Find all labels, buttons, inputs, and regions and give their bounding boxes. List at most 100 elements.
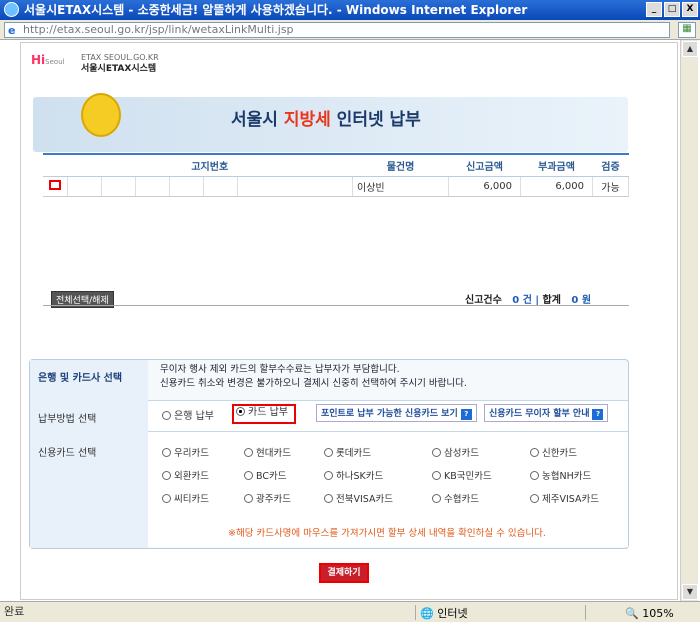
card-radio[interactable] <box>162 448 171 457</box>
zone-indicator: 🌐 인터넷 <box>420 607 468 620</box>
scrollbar[interactable]: ▲ ▼ <box>680 40 698 601</box>
logo-sub: Seoul <box>45 58 65 66</box>
title-pre: 서울시 <box>231 110 284 130</box>
logo: HiSeoul <box>31 53 65 67</box>
title-bar: 서울시ETAX시스템 - 소중한세금! 알뜰하게 사용하겠습니다. - Wind… <box>0 0 700 20</box>
card-option-shinhan[interactable]: 신한카드 <box>530 445 577 459</box>
card-radio[interactable] <box>530 494 539 503</box>
help-icon: ? <box>460 409 472 420</box>
col-declared: 신고금액 <box>448 153 521 177</box>
page-title: 서울시 지방세 인터넷 납부 <box>231 105 421 130</box>
title-highlight: 지방세 <box>283 110 331 130</box>
card-radio[interactable] <box>432 494 441 503</box>
card-option-nh[interactable]: 농협NH카드 <box>530 468 591 482</box>
card-name: 현대카드 <box>256 448 291 459</box>
card-radio[interactable] <box>530 448 539 457</box>
card-method-label: 카드 납부 <box>248 407 288 418</box>
address-field[interactable]: e http://etax.seoul.go.kr/jsp/link/wetaxL… <box>4 22 670 38</box>
points-card-label: 포인트로 납부 가능한 신용카드 보기 <box>321 409 458 419</box>
card-name: 제주VISA카드 <box>542 494 599 505</box>
mascot-image <box>81 93 121 137</box>
card-radio[interactable] <box>244 494 253 503</box>
card-option-kb[interactable]: KB국민카드 <box>432 468 492 482</box>
address-bar: e http://etax.seoul.go.kr/jsp/link/wetaxL… <box>0 20 700 40</box>
points-card-link[interactable]: 포인트로 납부 가능한 신용카드 보기? <box>316 404 477 422</box>
scroll-up-icon[interactable]: ▲ <box>682 41 698 57</box>
installment-label: 신용카드 무이자 할부 안내 <box>489 409 590 419</box>
pay-button[interactable]: 결제하기 <box>319 563 369 583</box>
card-name: 삼성카드 <box>444 448 479 459</box>
payment-note: 무이자 행사 제외 카드의 할부수수료는 납부자가 부담합니다. 신용카드 취소… <box>160 363 467 391</box>
col-verify: 검증 <box>592 153 629 177</box>
declared-amount: 6,000 <box>448 176 521 197</box>
card-option-samsung[interactable]: 삼성카드 <box>432 445 479 459</box>
window-title: 서울시ETAX시스템 - 소중한세금! 알뜰하게 사용하겠습니다. - Wind… <box>24 3 528 17</box>
card-name: 전북VISA카드 <box>336 494 393 505</box>
card-name: 외환카드 <box>174 471 209 482</box>
col-bill-number: 고지번호 <box>67 153 353 177</box>
card-radio[interactable] <box>324 494 333 503</box>
card-name: 농협NH카드 <box>542 471 592 482</box>
payment-header: 은행 및 카드사 선택 <box>38 373 123 384</box>
zoom-level: 105% <box>642 607 674 620</box>
title-post: 인터넷 납부 <box>330 110 421 130</box>
card-radio[interactable] <box>236 407 245 416</box>
zone-label: 인터넷 <box>437 607 468 620</box>
card-radio[interactable] <box>162 494 171 503</box>
verify-status: 가능 <box>592 176 629 197</box>
card-option-jeju[interactable]: 제주VISA카드 <box>530 491 599 505</box>
bank-radio[interactable] <box>162 411 171 420</box>
card-hint: ※해당 카드사명에 마우스를 가져가시면 할부 상세 내역을 확인하실 수 있습… <box>228 528 546 539</box>
maximize-button[interactable]: □ <box>664 2 680 17</box>
summary: 신고건수 0 건 | 합계 0 원 <box>465 291 591 306</box>
zoom-control[interactable]: 🔍 105% <box>625 604 674 622</box>
card-option[interactable]: 카드 납부 <box>232 404 296 424</box>
card-radio[interactable] <box>432 448 441 457</box>
card-name: KB국민카드 <box>444 471 492 482</box>
address-text: http://etax.seoul.go.kr/jsp/link/wetaxLi… <box>23 23 294 36</box>
card-name: 하나SK카드 <box>336 471 384 482</box>
card-radio[interactable] <box>432 471 441 480</box>
card-radio[interactable] <box>162 471 171 480</box>
close-button[interactable]: X <box>682 2 698 17</box>
card-radio[interactable] <box>244 471 253 480</box>
card-name: 신한카드 <box>542 448 577 459</box>
card-option-lotte[interactable]: 롯데카드 <box>324 445 371 459</box>
card-name: 씨티카드 <box>174 494 209 505</box>
card-option-hyundai[interactable]: 현대카드 <box>244 445 291 459</box>
card-radio[interactable] <box>530 471 539 480</box>
ie-icon <box>4 2 19 17</box>
card-name: 수협카드 <box>444 494 479 505</box>
card-option-hanask[interactable]: 하나SK카드 <box>324 468 383 482</box>
card-radio[interactable] <box>324 471 333 480</box>
card-option-citi[interactable]: 씨티카드 <box>162 491 209 505</box>
card-option-bc[interactable]: BC카드 <box>244 468 286 482</box>
card-radio[interactable] <box>244 448 253 457</box>
card-label: 신용카드 선택 <box>38 448 97 459</box>
scroll-down-icon[interactable]: ▼ <box>682 584 698 600</box>
card-option-keb[interactable]: 외환카드 <box>162 468 209 482</box>
card-option-gwangju[interactable]: 광주카드 <box>244 491 291 505</box>
status-bar: 완료 🌐 인터넷 🔍 105% <box>0 601 700 622</box>
card-radio[interactable] <box>324 448 333 457</box>
logo-mark: Hi <box>31 53 46 67</box>
note-line-1: 무이자 행사 제외 카드의 할부수수료는 납부자가 부담합니다. <box>160 364 400 375</box>
compat-icon[interactable]: ▦ <box>678 22 696 38</box>
method-label: 납부방법 선택 <box>38 414 97 425</box>
row-checkbox-cell <box>43 176 68 197</box>
assessed-amount: 6,000 <box>520 176 593 197</box>
card-name: BC카드 <box>256 471 287 482</box>
method-options: 은행 납부 카드 납부 <box>162 404 296 424</box>
bank-option[interactable]: 은행 납부 <box>162 411 214 422</box>
divider <box>43 305 629 306</box>
tax-table: 고지번호 물건명 신고금액 부과금액 검증 이상빈 6,000 6,000 가능 <box>43 153 629 197</box>
row-checkbox[interactable] <box>48 179 61 190</box>
card-option-jeonbuk[interactable]: 전북VISA카드 <box>324 491 393 505</box>
installment-link[interactable]: 신용카드 무이자 할부 안내? <box>484 404 609 422</box>
note-line-2: 신용카드 취소와 변경은 불가하오니 결제시 신중히 선택하여 주시기 바랍니다… <box>160 378 467 389</box>
minimize-button[interactable]: _ <box>646 2 662 17</box>
card-option-suhyup[interactable]: 수협카드 <box>432 491 479 505</box>
card-option-woori[interactable]: 우리카드 <box>162 445 209 459</box>
page-icon: e <box>8 24 16 37</box>
col-assessed: 부과금액 <box>520 153 593 177</box>
